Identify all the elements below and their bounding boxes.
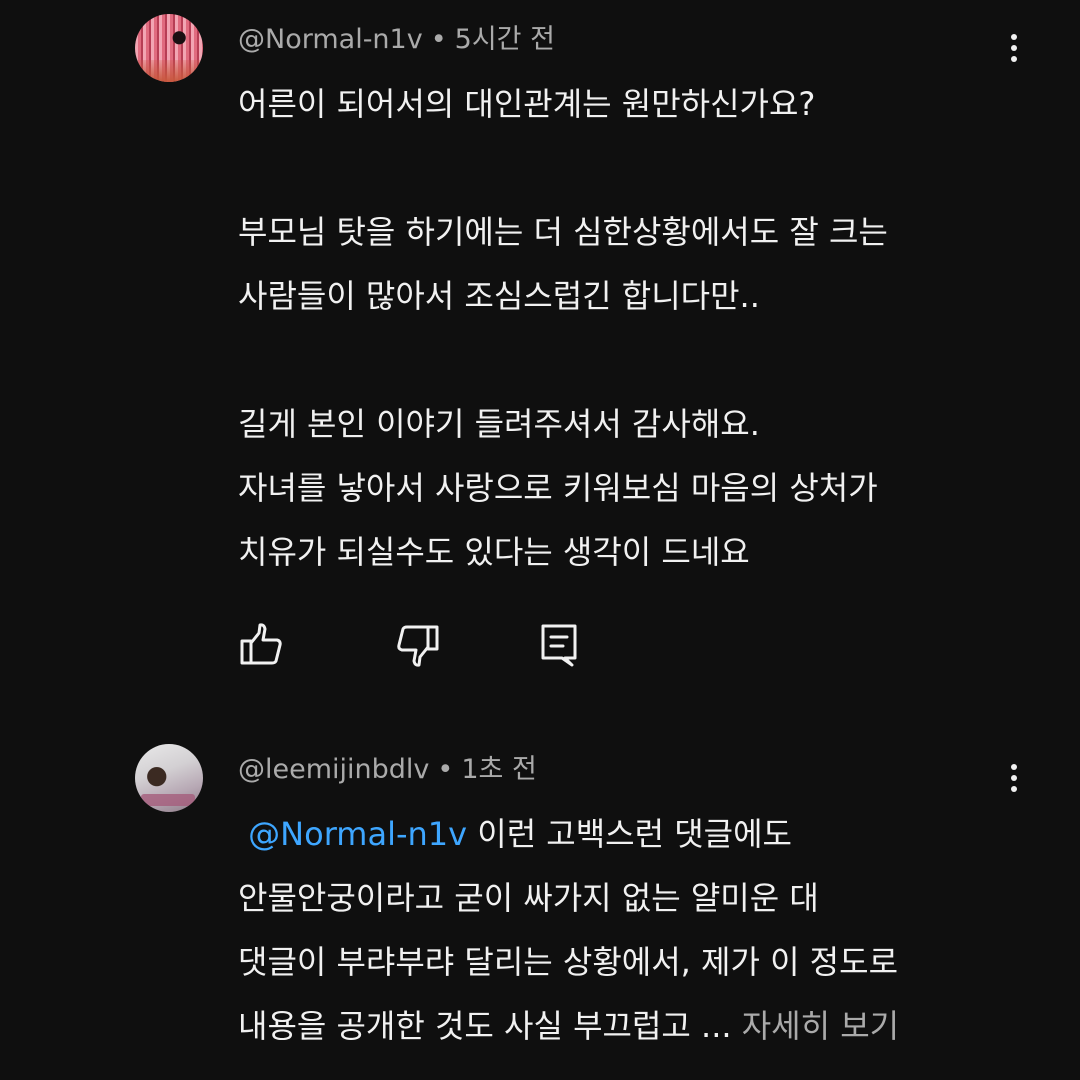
more-vert-icon[interactable] [998, 28, 1030, 68]
meta-separator: • [430, 24, 447, 55]
comment-line: 안물안궁이라고 굳이 싸가지 없는 얄미운 대 [238, 879, 819, 917]
comment-line [238, 328, 1038, 392]
more-vert-icon[interactable] [998, 758, 1030, 798]
comment-author[interactable]: @Normal-n1v [238, 24, 423, 55]
like-button[interactable] [237, 620, 287, 670]
comment-author[interactable]: @leemijinbdlv [238, 754, 429, 785]
comment-line: 내용을 공개한 것도 사실 부끄럽고 ... 자세히 보기 [238, 994, 1038, 1058]
thumbs-down-icon [397, 625, 439, 667]
comment-meta: @leemijinbdlv • 1초 전 [238, 750, 537, 790]
comment-line: 댓글이 부랴부랴 달리는 상황에서, 제가 이 정도로 [238, 943, 899, 981]
comment-timestamp[interactable]: 1초 전 [461, 754, 536, 785]
avatar[interactable] [135, 744, 203, 812]
read-more-link[interactable]: 자세히 보기 [742, 1007, 899, 1045]
dislike-button[interactable] [392, 620, 442, 670]
comment-meta: @Normal-n1v • 5시간 전 [238, 20, 555, 60]
thumbs-up-icon [240, 623, 282, 665]
comment-line: 어른이 되어서의 대인관계는 원만하신가요? [238, 85, 816, 123]
comment-line: 치유가 되실수도 있다는 생각이 드네요 [238, 533, 750, 571]
mention-link[interactable]: @Normal-n1v [248, 815, 467, 853]
reply-button[interactable] [536, 620, 586, 670]
comment-line: @Normal-n1v 이런 고백스런 댓글에도 [238, 802, 1038, 866]
reply-comment-icon [541, 624, 577, 667]
comment-body: 어른이 되어서의 대인관계는 원만하신가요? 부모님 탓을 하기에는 더 심한상… [238, 72, 1038, 584]
avatar[interactable] [135, 14, 203, 82]
comment-text: 내용을 공개한 것도 사실 부끄럽고 ... [238, 1007, 742, 1045]
comment-line: 부모님 탓을 하기에는 더 심한상황에서도 잘 크는 [238, 213, 888, 251]
comment-action-bar [0, 620, 1080, 670]
comment-line: 길게 본인 이야기 들려주셔서 감사해요. [238, 405, 760, 443]
comment-body: @Normal-n1v 이런 고백스런 댓글에도 안물안궁이라고 굳이 싸가지 … [238, 802, 1038, 1058]
meta-separator: • [437, 754, 454, 785]
comment-line: 사람들이 많아서 조심스럽긴 합니다만.. [238, 277, 760, 315]
comment-line: 자녀를 낳아서 사랑으로 키워보심 마음의 상처가 [238, 469, 878, 507]
comment-timestamp[interactable]: 5시간 전 [455, 24, 555, 55]
comment-line [238, 136, 1038, 200]
comment-text: 이런 고백스런 댓글에도 [467, 815, 792, 853]
